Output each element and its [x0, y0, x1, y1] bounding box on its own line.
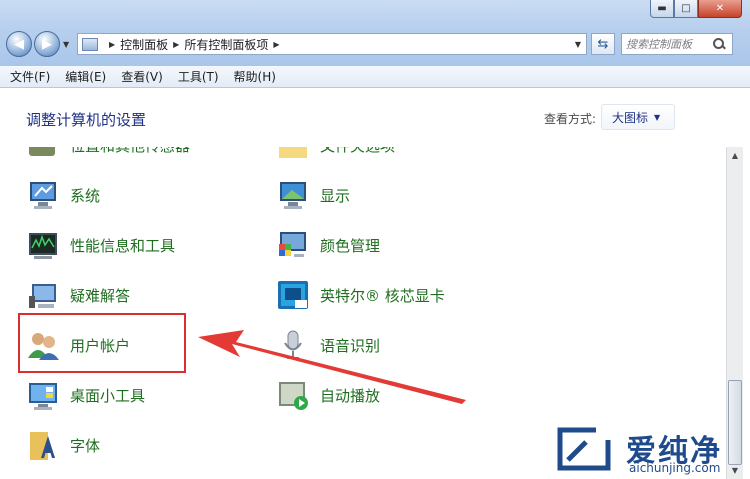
view-by-select[interactable]: 大图标 ▼ [601, 104, 675, 130]
item-label: 文件夹选项 [320, 147, 395, 156]
sensor-icon [26, 147, 60, 162]
menu-tools[interactable]: 工具(T) [178, 68, 219, 85]
item-display[interactable]: 显示 [276, 175, 350, 215]
view-by-value: 大图标 [612, 110, 649, 125]
view-by-label: 查看方式: [544, 112, 597, 126]
minimize-button[interactable]: ▬ [650, 0, 674, 18]
close-icon: ✕ [715, 3, 725, 14]
item-fonts[interactable]: 字体 [26, 425, 100, 465]
search-input[interactable] [626, 37, 712, 51]
menu-view[interactable]: 查看(V) [121, 68, 163, 85]
window-controls: ▬ □ ✕ [650, 0, 742, 18]
item-speech-recognition[interactable]: 语音识别 [276, 325, 380, 365]
navigation-bar: ◀ ▶ ▼ ▶ 控制面板 ▶ 所有控制面板项 ▶ ▼ ⇆ [6, 30, 744, 58]
forward-button[interactable]: ▶ [34, 31, 60, 57]
chevron-right-icon[interactable]: ▶ [273, 40, 279, 49]
maximize-button[interactable]: □ [674, 0, 698, 18]
watermark: 爱纯净 aichunjing.com [556, 424, 750, 479]
item-intel-graphics[interactable]: 英特尔® 核芯显卡 [276, 275, 445, 315]
menu-help[interactable]: 帮助(H) [234, 68, 276, 85]
refresh-icon: ⇆ [597, 36, 609, 52]
autoplay-icon [276, 378, 310, 412]
item-color-management[interactable]: 颜色管理 [276, 225, 380, 265]
annotation-highlight-box [18, 313, 186, 373]
item-label: 英特尔® 核芯显卡 [320, 286, 445, 305]
item-label: 字体 [70, 436, 101, 455]
item-location-sensors[interactable]: 位置和其他传感器 [26, 147, 190, 165]
breadcrumb-all-items[interactable]: 所有控制面板项 [184, 36, 268, 53]
item-label: 位置和其他传感器 [70, 147, 190, 156]
menu-bar: 文件(F) 编辑(E) 查看(V) 工具(T) 帮助(H) [0, 66, 750, 88]
chevron-down-icon: ▼ [654, 112, 661, 122]
troubleshoot-icon [26, 278, 60, 312]
control-panel-icon [82, 37, 98, 51]
refresh-button[interactable]: ⇆ [591, 33, 615, 55]
item-label: 显示 [320, 186, 351, 205]
item-label: 性能信息和工具 [70, 236, 176, 255]
minimize-icon: ▬ [657, 3, 667, 14]
item-troubleshooting[interactable]: 疑难解答 [26, 275, 130, 315]
content-header: 调整计算机的设置 查看方式: 大图标 ▼ [8, 89, 744, 147]
window-chrome: ▬ □ ✕ ◀ ▶ ▼ ▶ 控制面板 ▶ 所有控制面板项 ▶ ▼ ⇆ [0, 0, 750, 66]
display-icon [276, 178, 310, 212]
forward-arrow-icon: ▶ [42, 36, 52, 52]
search-box[interactable] [621, 33, 733, 55]
address-dropdown-icon[interactable]: ▼ [570, 40, 586, 49]
scroll-up-icon[interactable]: ▲ [727, 147, 743, 164]
item-performance[interactable]: 性能信息和工具 [26, 225, 175, 265]
microphone-icon [276, 328, 310, 362]
item-autoplay[interactable]: 自动播放 [276, 375, 380, 415]
item-label: 疑难解答 [70, 286, 131, 305]
address-bar[interactable]: ▶ 控制面板 ▶ 所有控制面板项 ▶ ▼ [77, 33, 587, 55]
item-folder-options[interactable]: 文件夹选项 [276, 147, 395, 165]
chevron-right-icon[interactable]: ▶ [109, 40, 115, 49]
search-icon[interactable] [712, 37, 726, 51]
recent-pages-dropdown[interactable]: ▼ [63, 40, 73, 49]
item-label: 语音识别 [320, 336, 381, 355]
watermark-logo-icon [557, 426, 612, 471]
fonts-folder-icon [26, 428, 60, 462]
computer-icon [26, 178, 60, 212]
folder-icon [276, 147, 310, 162]
item-desktop-gadgets[interactable]: 桌面小工具 [26, 375, 145, 415]
page-title: 调整计算机的设置 [26, 111, 147, 129]
item-label: 颜色管理 [320, 236, 381, 255]
item-label: 系统 [70, 186, 101, 205]
performance-meter-icon [26, 228, 60, 262]
gadgets-icon [26, 378, 60, 412]
item-label: 自动播放 [320, 386, 381, 405]
watermark-url: aichunjing.com [629, 461, 721, 475]
back-arrow-icon: ◀ [14, 36, 24, 52]
chevron-right-icon[interactable]: ▶ [173, 40, 179, 49]
menu-file[interactable]: 文件(F) [10, 68, 50, 85]
item-label: 桌面小工具 [70, 386, 146, 405]
back-button[interactable]: ◀ [6, 31, 32, 57]
item-system[interactable]: 系统 [26, 175, 100, 215]
menu-edit[interactable]: 编辑(E) [65, 68, 106, 85]
breadcrumb-control-panel[interactable]: 控制面板 [120, 36, 168, 53]
color-management-icon [276, 228, 310, 262]
intel-graphics-icon [276, 278, 310, 312]
close-button[interactable]: ✕ [698, 0, 742, 18]
maximize-icon: □ [681, 3, 691, 14]
